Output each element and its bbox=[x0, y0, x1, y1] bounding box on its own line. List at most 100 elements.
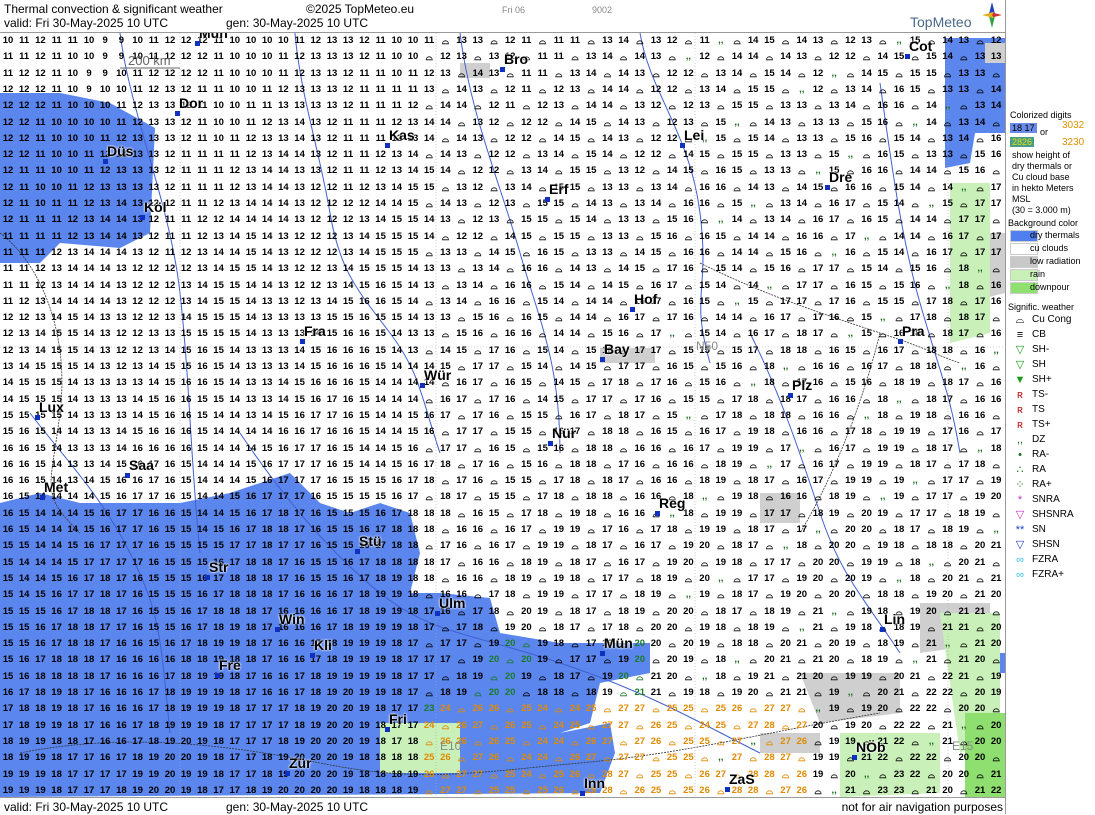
thermal-value: 16 bbox=[148, 540, 160, 552]
thermal-value: 16 bbox=[764, 312, 775, 324]
thermal-value: ⌓ bbox=[765, 639, 773, 650]
thermal-value: 12 bbox=[18, 100, 30, 112]
thermal-value: 19 bbox=[731, 687, 743, 698]
thermal-value: 14 bbox=[18, 556, 30, 568]
thermal-value: 16 bbox=[796, 230, 808, 242]
thermal-value: 17 bbox=[585, 654, 597, 666]
thermal-value: 14 bbox=[877, 51, 889, 63]
thermal-value: 16 bbox=[699, 198, 710, 209]
thermal-value: ⌓ bbox=[522, 247, 530, 258]
thermal-value: ⌓ bbox=[927, 182, 935, 193]
thermal-value: 10 bbox=[391, 35, 403, 46]
thermal-value: 18 bbox=[634, 589, 646, 601]
thermal-value: ⌓ bbox=[863, 101, 871, 112]
thermal-value: 20 bbox=[974, 752, 986, 764]
thermal-value: 15 bbox=[2, 556, 14, 568]
thermal-value: 16 bbox=[132, 638, 143, 650]
thermal-value: 18 bbox=[569, 556, 581, 568]
thermal-value: 27 bbox=[780, 752, 791, 764]
thermal-value: 20 bbox=[845, 572, 856, 584]
thermal-value: 16 bbox=[164, 475, 176, 487]
thermal-value: 13 bbox=[294, 198, 305, 209]
thermal-value: 25 bbox=[715, 719, 727, 731]
thermal-value: ,, bbox=[685, 409, 692, 421]
thermal-value: 16 bbox=[197, 344, 208, 356]
thermal-value: 15 bbox=[585, 149, 597, 161]
thermal-value: 18 bbox=[926, 540, 937, 552]
thermal-value: 19 bbox=[326, 670, 338, 682]
thermal-value: 20 bbox=[990, 735, 1002, 747]
thermal-value: 24 bbox=[537, 735, 548, 747]
thermal-value: 15 bbox=[569, 377, 581, 389]
thermal-value: ⌓ bbox=[927, 427, 935, 438]
thermal-value: 16 bbox=[715, 181, 727, 193]
thermal-value: 19 bbox=[213, 703, 224, 715]
thermal-value: 15 bbox=[294, 377, 305, 389]
thermal-value: 10 bbox=[245, 67, 257, 79]
thermal-value: 12 bbox=[342, 83, 354, 95]
thermal-value: ⌓ bbox=[587, 36, 595, 46]
thermal-value: 16 bbox=[342, 426, 354, 438]
thermal-value: 12 bbox=[245, 149, 257, 161]
thermal-value: ⌓ bbox=[506, 166, 514, 177]
city-marker bbox=[103, 159, 108, 164]
thermal-value: ⌓ bbox=[798, 606, 806, 617]
thermal-value: 18 bbox=[553, 621, 565, 633]
thermal-value: 18 bbox=[391, 654, 403, 666]
thermal-value: 15 bbox=[407, 230, 419, 242]
thermal-value: ⌓ bbox=[830, 329, 838, 340]
thermal-value: 15 bbox=[164, 572, 176, 584]
thermal-value: ,, bbox=[896, 572, 902, 584]
thermal-value: 20 bbox=[310, 735, 322, 747]
weather-map[interactable]: 10 11 12 11 11 10 9 9 10 11 12 12 12 11 10 10 10 10 11 12 13… bbox=[0, 33, 1005, 797]
thermal-value: 15 bbox=[375, 491, 386, 503]
thermal-value: 13 bbox=[375, 181, 386, 193]
thermal-value: 11 bbox=[343, 181, 354, 193]
thermal-value: 20 bbox=[342, 735, 354, 747]
thermal-value: ⌓ bbox=[992, 313, 1000, 324]
thermal-value: 19 bbox=[148, 752, 160, 764]
thermal-value: 20 bbox=[634, 638, 646, 650]
thermal-value: ⌓ bbox=[782, 329, 790, 340]
thermal-value: ⌓ bbox=[846, 362, 854, 372]
thermal-value: 13 bbox=[116, 377, 127, 389]
thermal-value: 14 bbox=[261, 426, 273, 438]
thermal-value: 13 bbox=[18, 328, 30, 340]
thermal-value: 12 bbox=[845, 51, 856, 63]
thermal-value: 13 bbox=[780, 149, 791, 161]
thermal-value: ⌓ bbox=[814, 688, 822, 698]
thermal-value: ⌓ bbox=[798, 704, 806, 715]
thermal-value: 15 bbox=[893, 279, 905, 291]
thermal-value: 15 bbox=[164, 621, 176, 633]
thermal-value: 10 bbox=[83, 35, 95, 46]
thermal-value: 13 bbox=[974, 67, 986, 79]
thermal-value: 14 bbox=[715, 279, 727, 291]
thermal-value: 13 bbox=[796, 51, 808, 63]
thermal-value: 13 bbox=[294, 181, 305, 193]
thermal-value: 19 bbox=[553, 589, 565, 601]
thermal-value: ⌓ bbox=[944, 410, 952, 421]
thermal-value: 14 bbox=[229, 377, 241, 389]
thermal-value: 12 bbox=[326, 246, 338, 258]
thermal-value: 14 bbox=[229, 246, 241, 258]
thermal-value: 14 bbox=[51, 540, 62, 552]
thermal-value: 27 bbox=[618, 768, 629, 780]
thermal-value: 16 bbox=[342, 556, 354, 568]
thermal-value: ⌓ bbox=[927, 133, 935, 144]
thermal-value: 15 bbox=[893, 132, 905, 144]
thermal-value: 18 bbox=[764, 377, 775, 389]
thermal-value: 13 bbox=[132, 246, 143, 258]
thermal-value: 25 bbox=[683, 703, 694, 715]
thermal-value: 13 bbox=[634, 116, 646, 128]
thermal-value: ⌓ bbox=[895, 264, 903, 275]
thermal-value: 17 bbox=[423, 654, 435, 666]
thermal-value: 14 bbox=[278, 198, 289, 209]
thermal-value: 17 bbox=[618, 475, 629, 487]
thermal-value: 13 bbox=[488, 51, 500, 63]
thermal-value: 13 bbox=[35, 312, 46, 324]
thermal-value: 12 bbox=[2, 312, 14, 324]
thermal-value: 18 bbox=[909, 361, 921, 372]
thermal-value: 18 bbox=[391, 524, 403, 535]
thermal-value: 15 bbox=[35, 426, 46, 438]
thermal-value: ⌓ bbox=[944, 508, 952, 519]
